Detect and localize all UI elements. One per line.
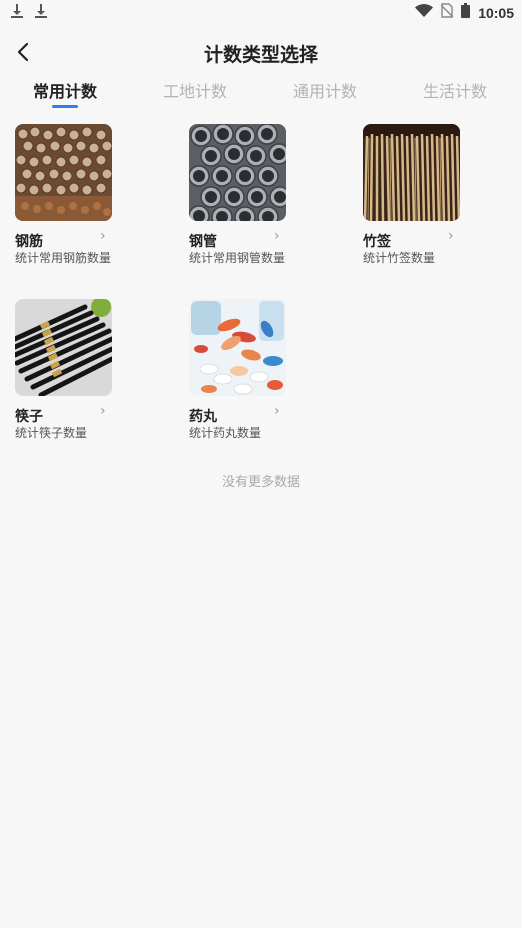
- page-title: 计数类型选择: [203, 44, 318, 66]
- card-title: 钢筋: [15, 234, 43, 250]
- chevron-right-icon: ›: [274, 403, 280, 419]
- card-description: 统计常用钢筋数量: [15, 251, 112, 265]
- steel-pipe-image: [189, 124, 286, 221]
- card-description: 统计常用钢管数量: [189, 251, 286, 265]
- card-title: 药丸: [189, 409, 217, 425]
- chevron-right-icon: ›: [274, 228, 280, 244]
- app-header: 计数类型选择: [0, 30, 522, 76]
- download-icon: [34, 3, 48, 19]
- active-tab-indicator: [52, 105, 78, 108]
- no-more-data-label: 没有更多数据: [221, 475, 300, 490]
- tab-daily[interactable]: 生活计数: [405, 78, 505, 102]
- card-bamboo-skewer[interactable]: 竹签 › 统计竹签数量: [363, 124, 522, 284]
- bamboo-skewer-image: [363, 124, 460, 221]
- chopsticks-image: [15, 299, 112, 396]
- chevron-right-icon: ›: [100, 403, 106, 419]
- card-pills[interactable]: 药丸 › 统计药丸数量: [189, 299, 349, 449]
- pills-image: [189, 299, 286, 396]
- chevron-right-icon: ›: [448, 228, 454, 244]
- status-bar: 10:05: [0, 0, 522, 24]
- tab-common[interactable]: 常用计数: [15, 78, 115, 102]
- card-description: 统计竹签数量: [363, 251, 436, 265]
- status-time: 10:05: [478, 4, 514, 21]
- card-description: 统计药丸数量: [189, 426, 262, 440]
- tab-bar: 常用计数 工地计数 通用计数 生活计数: [0, 78, 522, 112]
- tab-general[interactable]: 通用计数: [275, 78, 375, 102]
- card-steel-pipe[interactable]: 钢管 › 统计常用钢管数量: [189, 124, 349, 284]
- card-description: 统计筷子数量: [15, 426, 88, 440]
- download-icon: [10, 3, 24, 19]
- card-title: 钢管: [189, 234, 217, 250]
- card-title: 竹签: [363, 234, 391, 250]
- card-rebar[interactable]: 钢筋 › 统计常用钢筋数量: [15, 124, 175, 284]
- card-title: 筷子: [15, 409, 43, 425]
- wifi-icon: [415, 3, 434, 22]
- tab-construction[interactable]: 工地计数: [145, 78, 245, 102]
- chevron-right-icon: ›: [100, 228, 106, 244]
- card-chopsticks[interactable]: 筷子 › 统计筷子数量: [15, 299, 175, 449]
- rebar-image: [15, 124, 112, 221]
- no-sim-icon: [440, 3, 454, 22]
- battery-icon: [461, 3, 471, 22]
